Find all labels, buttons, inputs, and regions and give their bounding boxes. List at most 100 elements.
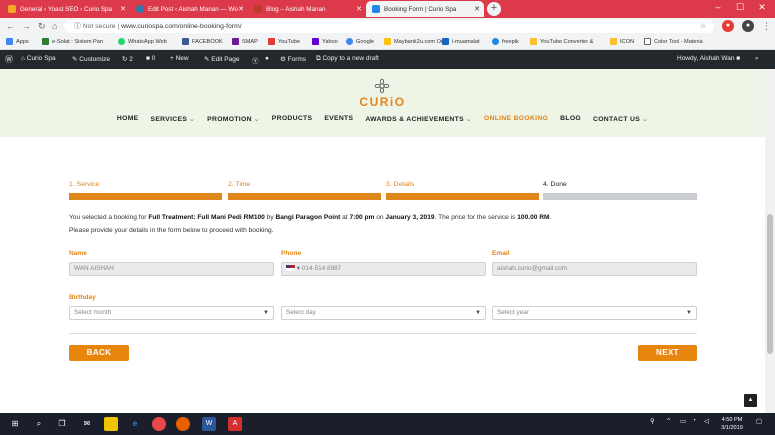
wp-updates-link[interactable]: ↻ 2	[122, 55, 133, 63]
home-icon[interactable]: ⌂	[52, 21, 57, 31]
scrollbar-thumb[interactable]	[767, 214, 773, 354]
browser-tab-booking-form[interactable]: Booking Form | Curio Spa ✕	[366, 1, 484, 17]
phone-field[interactable]: ▾ 014-514 8987	[281, 262, 486, 276]
scroll-to-top-button[interactable]: ▲	[744, 394, 757, 407]
notifications-icon[interactable]: ▢	[756, 417, 762, 425]
close-tab-icon[interactable]: ✕	[474, 5, 480, 13]
word-icon[interactable]: W	[202, 417, 216, 431]
birth-month-select[interactable]: Select month ▼	[69, 306, 274, 320]
email-field[interactable]: aishah.curio@gmail.com	[492, 262, 697, 276]
browser-tab-yoast[interactable]: General ‹ Yoast SEO ‹ Curio Spa ✕	[2, 1, 130, 17]
acrobat-icon[interactable]: A	[228, 417, 242, 431]
nav-products[interactable]: PRODUCTS	[272, 115, 313, 123]
profile-avatar-icon[interactable]: ●	[742, 20, 754, 32]
new-tab-button[interactable]: +	[487, 2, 501, 16]
bookmark-maybank[interactable]: Maybank2u.com Onl	[384, 38, 445, 45]
people-icon[interactable]: ⚲	[650, 417, 655, 425]
bookmark-icon[interactable]: ICON	[610, 38, 634, 45]
nav-blog[interactable]: BLOG	[560, 115, 581, 123]
next-button[interactable]: NEXT	[638, 345, 697, 361]
volume-icon[interactable]: ◁	[704, 417, 709, 425]
curio-flower-icon	[374, 78, 390, 94]
close-window-button[interactable]: ✕	[752, 2, 772, 13]
birth-day-select[interactable]: Select day ▼	[281, 306, 486, 320]
wp-comments-link[interactable]: ■ 0	[146, 55, 155, 62]
bookmark-yt-converter[interactable]: YouTube Converter &	[530, 38, 593, 45]
wp-howdy-link[interactable]: Howdy, Aishah Wan ■	[677, 55, 740, 62]
back-button[interactable]: BACK	[69, 345, 129, 361]
yoast-icon[interactable]: Ⓨ	[252, 55, 259, 65]
bookmark-apps[interactable]: Apps	[6, 38, 29, 45]
bookmark-yahoo[interactable]: Yahoo	[312, 38, 338, 45]
step-service-label: 1. Service	[69, 181, 100, 188]
bookmark-whatsapp[interactable]: WhatsApp Web	[118, 38, 167, 45]
back-arrow-icon[interactable]: ←	[6, 21, 15, 31]
wp-customize-link[interactable]: ✎ Customize	[72, 55, 110, 63]
bookmark-star-icon[interactable]: ☆	[700, 20, 706, 33]
birth-year-select[interactable]: Select year ▼	[492, 306, 697, 320]
page-scrollbar[interactable]	[765, 69, 775, 413]
site-logo[interactable]: CURiO	[340, 95, 425, 109]
nav-contact-us[interactable]: CONTACT US ⌄	[593, 115, 648, 123]
search-icon[interactable]: ⌕	[32, 417, 46, 431]
nav-home[interactable]: HOME	[117, 115, 139, 123]
forward-arrow-icon[interactable]: →	[22, 21, 31, 31]
esolat-icon	[42, 38, 49, 45]
bookmark-freepik[interactable]: freepik	[492, 38, 519, 45]
wifi-icon[interactable]: ◔	[692, 417, 696, 424]
bookmark-color-tool[interactable]: Color Tool - Materia	[644, 38, 703, 45]
minimize-button[interactable]: –	[708, 2, 728, 12]
task-view-icon[interactable]: ❐	[55, 417, 69, 431]
chrome-icon[interactable]	[152, 417, 166, 431]
maximize-button[interactable]: ☐	[730, 2, 750, 13]
close-tab-icon[interactable]: ✕	[356, 5, 362, 13]
wp-search-icon[interactable]: ⌕	[755, 55, 759, 63]
wp-copy-draft-link[interactable]: ⧉ Copy to a new draft	[316, 55, 379, 63]
chevron-down-icon: ⌄	[253, 116, 260, 123]
close-tab-icon[interactable]: ✕	[120, 5, 126, 13]
wp-forms-link[interactable]: ⚙ Forms	[280, 55, 306, 63]
browser-tab-blog[interactable]: Blog – Aishah Manan ✕	[248, 1, 366, 17]
nav-services[interactable]: SERVICES ⌄	[151, 115, 196, 123]
wp-site-link[interactable]: ⌂ Curio Spa	[21, 55, 56, 62]
nav-events[interactable]: EVENTS	[324, 115, 353, 123]
us-flag-icon[interactable]	[286, 265, 295, 272]
close-tab-icon[interactable]: ✕	[238, 5, 244, 13]
file-explorer-icon[interactable]	[104, 417, 118, 431]
country-chevron-icon[interactable]: ▾	[297, 265, 300, 272]
bookmark-google[interactable]: Google	[346, 38, 374, 45]
nav-online-booking[interactable]: ONLINE BOOKING	[484, 115, 548, 123]
nav-awards[interactable]: AWARDS & ACHIEVEMENTS ⌄	[365, 115, 472, 123]
seo-status-icon[interactable]: ●	[265, 55, 269, 62]
bookmark-facebook[interactable]: FACEBOOK	[182, 38, 223, 45]
info-icon[interactable]: ⓘ	[74, 23, 81, 30]
reload-icon[interactable]: ↻	[38, 21, 46, 32]
bookmark-esolat[interactable]: e-Solat : Sistem Pan	[42, 38, 103, 45]
site-header: CURiO HOME SERVICES ⌄ PROMOTION ⌄ PRODUCTS…	[0, 69, 765, 137]
system-clock[interactable]: 4:50 PM 3/1/2019	[717, 416, 747, 432]
firefox-icon[interactable]	[176, 417, 190, 431]
tray-chevron-icon[interactable]: ⌃	[666, 417, 671, 425]
wp-edit-page-link[interactable]: ✎ Edit Page	[204, 55, 239, 63]
battery-icon[interactable]: ▭	[680, 417, 686, 425]
browser-menu-icon[interactable]: ⋮	[762, 21, 771, 32]
name-field[interactable]: WAN AISHAH	[69, 262, 274, 276]
wp-admin-bar: Ⓦ ⌂ Curio Spa ✎ Customize ↻ 2 ■ 0 + New …	[0, 50, 775, 69]
browser-tab-edit-post[interactable]: Edit Post ‹ Aishah Manan — Wo ✕	[130, 1, 248, 17]
comment-icon: ■	[146, 55, 150, 62]
bookmark-youtube[interactable]: YouTube	[268, 38, 300, 45]
windows-start-icon[interactable]: ⊞	[8, 417, 22, 431]
extension-icon[interactable]: ●	[722, 20, 734, 32]
url-input[interactable]: ⓘ Not secure | www.curiospa.com/online-b…	[64, 20, 714, 33]
yahoo-icon	[312, 38, 319, 45]
wordpress-logo-icon[interactable]: Ⓦ	[5, 54, 13, 65]
bookmark-imuamalat[interactable]: i-muamalat	[442, 38, 480, 45]
bookmark-smap[interactable]: SMAP	[232, 38, 258, 45]
wp-new-link[interactable]: + New	[170, 55, 189, 62]
step-time-bar	[228, 193, 381, 200]
nav-promotion[interactable]: PROMOTION ⌄	[207, 115, 260, 123]
mail-icon[interactable]: ✉	[80, 417, 94, 431]
name-label: Name	[69, 250, 87, 257]
step-details-label: 3. Details	[386, 181, 415, 188]
edge-icon[interactable]: e	[128, 417, 142, 431]
